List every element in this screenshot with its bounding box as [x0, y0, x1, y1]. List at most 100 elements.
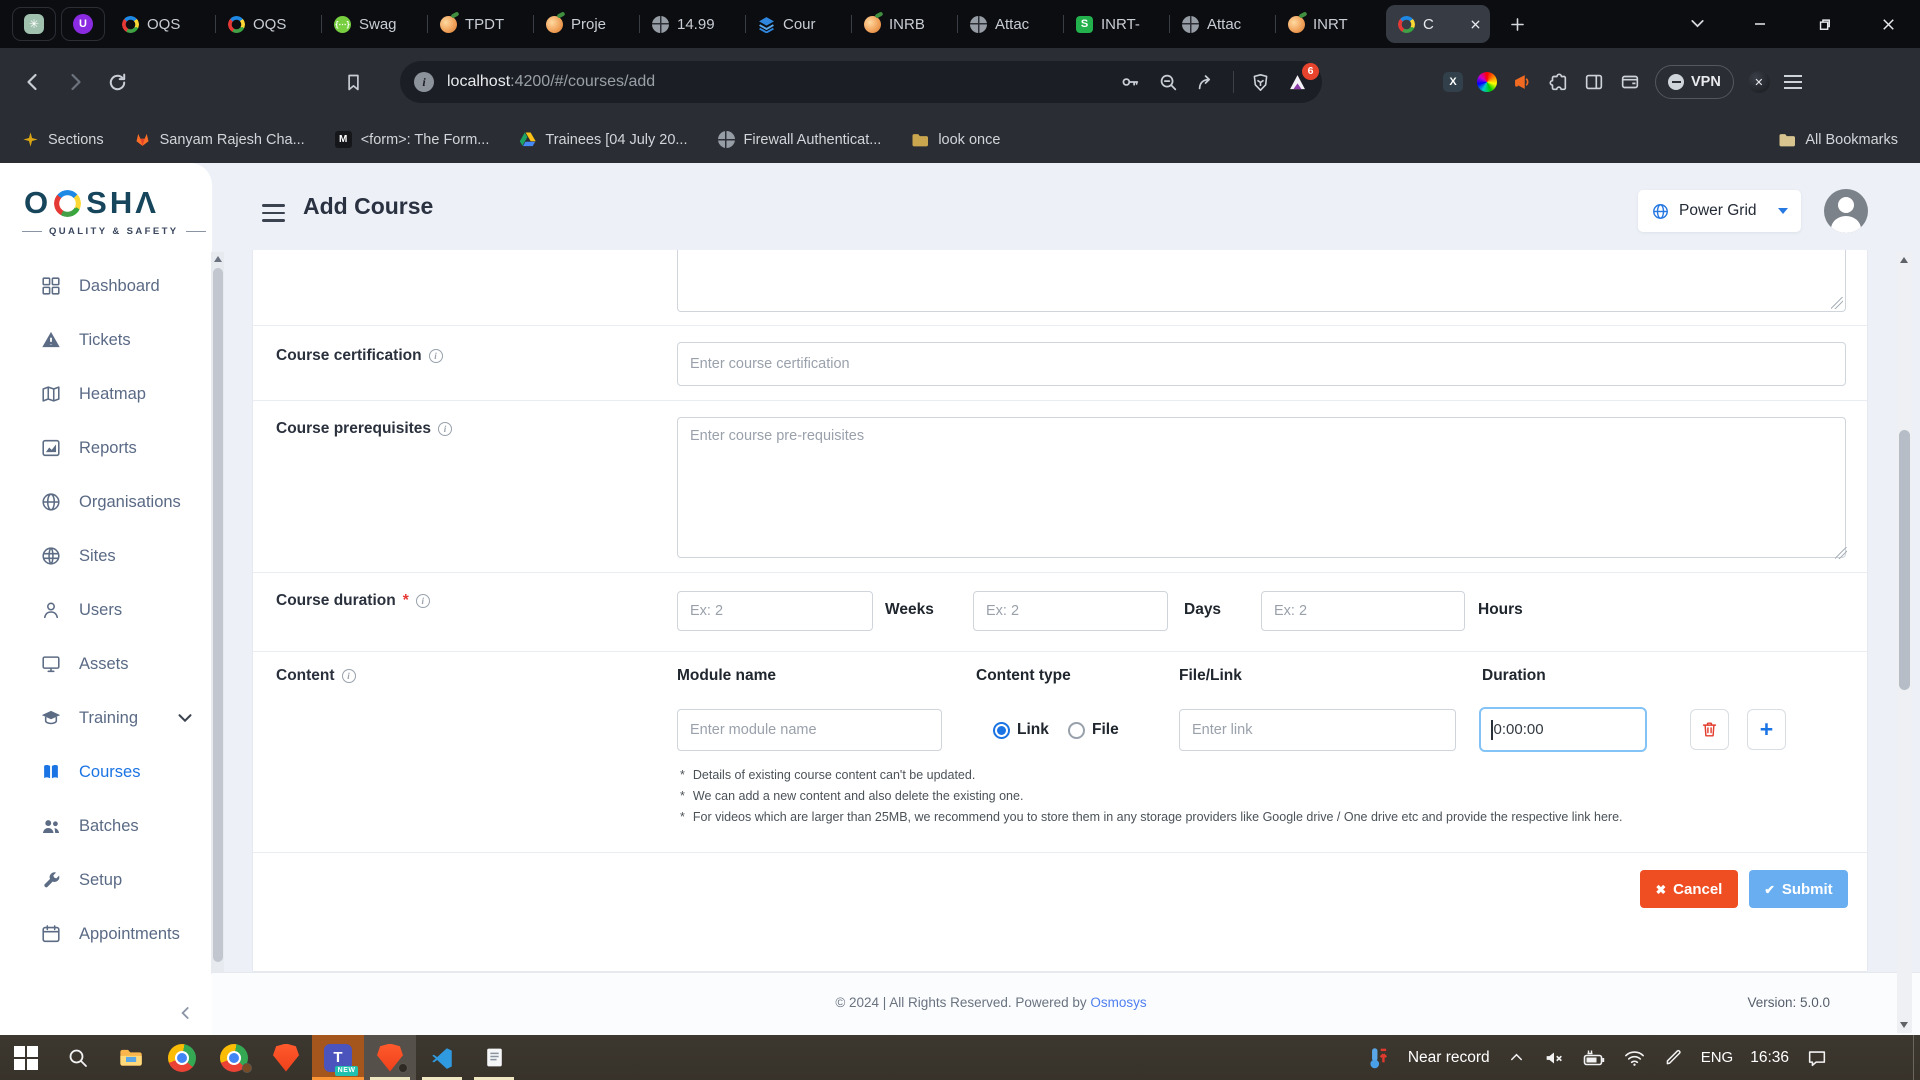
- sidebar-item-training[interactable]: Training: [0, 691, 212, 745]
- browser-tab[interactable]: Proje: [534, 0, 640, 48]
- scroll-down-arrow[interactable]: [1900, 1022, 1908, 1028]
- link-input[interactable]: [1179, 709, 1456, 751]
- sidebar-item-tickets[interactable]: Tickets: [0, 313, 212, 367]
- info-icon[interactable]: [342, 669, 356, 683]
- bookmark-item[interactable]: Sections: [22, 131, 104, 148]
- bookmark-item[interactable]: <form>: The Form...: [335, 131, 490, 148]
- bookmark-item[interactable]: look once: [911, 132, 1000, 148]
- sidebar-item-heatmap[interactable]: Heatmap: [0, 367, 212, 421]
- certification-input[interactable]: [677, 342, 1846, 386]
- avatar[interactable]: [1824, 189, 1868, 233]
- pinned-tab-chatgpt[interactable]: [12, 7, 56, 41]
- url-text[interactable]: localhost:4200/#/courses/add: [447, 73, 1119, 91]
- all-bookmarks-button[interactable]: All Bookmarks: [1778, 132, 1898, 148]
- taskbar-search-button[interactable]: [52, 1035, 104, 1080]
- volume-muted-icon[interactable]: [1543, 1047, 1565, 1069]
- sidebar-item-users[interactable]: Users: [0, 583, 212, 637]
- description-textarea-partial[interactable]: [677, 250, 1846, 312]
- sidebar-item-reports[interactable]: Reports: [0, 421, 212, 475]
- notepad-button-active[interactable]: [468, 1035, 520, 1080]
- browser-tab[interactable]: INRB: [852, 0, 958, 48]
- clock[interactable]: 16:36: [1750, 1049, 1789, 1067]
- bookmark-this-tab-icon[interactable]: [332, 61, 374, 103]
- scrollbar-thumb[interactable]: [213, 268, 223, 962]
- address-bar[interactable]: localhost:4200/#/courses/add 6: [400, 61, 1322, 103]
- module-name-input[interactable]: [677, 709, 942, 751]
- browser-tab[interactable]: Swag: [322, 0, 428, 48]
- osmosys-link[interactable]: Osmosys: [1090, 995, 1146, 1010]
- forward-button[interactable]: [54, 61, 96, 103]
- sidebar-item-batches[interactable]: Batches: [0, 799, 212, 853]
- wallet-icon[interactable]: [1619, 71, 1641, 93]
- duration-days-input[interactable]: [973, 591, 1168, 631]
- add-content-row-button[interactable]: +: [1747, 709, 1786, 750]
- zoom-out-icon[interactable]: [1157, 71, 1179, 93]
- browser-tab[interactable]: TPDT: [428, 0, 534, 48]
- weather-text[interactable]: Near record: [1408, 1049, 1490, 1067]
- radio-file[interactable]: File: [1068, 721, 1119, 739]
- cancel-button[interactable]: ✖Cancel: [1640, 870, 1738, 908]
- file-explorer-button[interactable]: [104, 1035, 156, 1080]
- extensions-puzzle-icon[interactable]: [1547, 71, 1569, 93]
- bookmark-item[interactable]: Sanyam Rajesh Cha...: [134, 131, 305, 148]
- browser-tab[interactable]: Attac: [958, 0, 1064, 48]
- scroll-up-arrow[interactable]: [1900, 257, 1908, 263]
- leo-ai-icon[interactable]: [1748, 71, 1770, 93]
- browser-tab[interactable]: OQS: [216, 0, 322, 48]
- scrollbar-thumb[interactable]: [1899, 430, 1910, 690]
- browser-tab[interactable]: INRT-: [1064, 0, 1170, 48]
- chrome-button[interactable]: [156, 1035, 208, 1080]
- sidebar-item-courses[interactable]: Courses: [0, 745, 212, 799]
- teams-button-active[interactable]: TNEW: [312, 1035, 364, 1080]
- info-icon[interactable]: [438, 422, 452, 436]
- brave-window-button-active[interactable]: [364, 1035, 416, 1080]
- radio-unselected-icon[interactable]: [1068, 722, 1085, 739]
- battery-icon[interactable]: [1582, 1046, 1606, 1070]
- browser-tab[interactable]: Attac: [1170, 0, 1276, 48]
- sidebar-item-setup[interactable]: Setup: [0, 853, 212, 907]
- browser-tab[interactable]: 14.99: [640, 0, 746, 48]
- show-desktop-strip[interactable]: [1913, 1035, 1920, 1080]
- share-icon[interactable]: [1195, 71, 1217, 93]
- new-tab-button[interactable]: [1508, 15, 1527, 34]
- duration-hours-input[interactable]: [1261, 591, 1465, 631]
- sidebar-collapse-icon[interactable]: [176, 1003, 196, 1023]
- brave-rewards-icon[interactable]: 6: [1287, 72, 1308, 93]
- sidebar-panel-icon[interactable]: [1583, 71, 1605, 93]
- minimize-button[interactable]: [1728, 0, 1792, 48]
- site-info-icon[interactable]: [414, 72, 434, 92]
- browser-menu-icon[interactable]: [1784, 75, 1802, 89]
- pinned-tab-u[interactable]: [61, 7, 105, 41]
- info-icon[interactable]: [429, 349, 443, 363]
- browser-tab[interactable]: INRT: [1276, 0, 1382, 48]
- brave-button[interactable]: [260, 1035, 312, 1080]
- browser-tab[interactable]: Cour: [746, 0, 852, 48]
- reload-button[interactable]: [96, 61, 138, 103]
- password-key-icon[interactable]: [1119, 71, 1141, 93]
- browser-tab[interactable]: OQS: [110, 0, 216, 48]
- duration-weeks-input[interactable]: [677, 591, 873, 631]
- close-window-button[interactable]: [1856, 0, 1920, 48]
- start-button[interactable]: [0, 1035, 52, 1080]
- wifi-icon[interactable]: [1623, 1046, 1646, 1069]
- weather-widget[interactable]: [1365, 1045, 1391, 1071]
- language-indicator[interactable]: ENG: [1701, 1049, 1734, 1066]
- scroll-up-arrow[interactable]: [214, 256, 222, 262]
- page-scrollbar[interactable]: [1897, 252, 1912, 1033]
- sidebar-item-sites[interactable]: Sites: [0, 529, 212, 583]
- browser-tab-active[interactable]: C: [1386, 5, 1490, 43]
- x-extension-icon[interactable]: [1443, 72, 1463, 92]
- bookmark-item[interactable]: Firewall Authenticat...: [718, 131, 882, 148]
- vpn-button[interactable]: VPN: [1655, 65, 1734, 99]
- radio-link[interactable]: Link: [993, 721, 1049, 739]
- back-button[interactable]: [12, 61, 54, 103]
- tab-search-chevron-icon[interactable]: [1687, 13, 1708, 34]
- resize-grip-icon[interactable]: [1831, 297, 1843, 309]
- brave-shields-icon[interactable]: [1250, 72, 1271, 93]
- bookmark-item[interactable]: Trainees [04 July 20...: [519, 131, 687, 148]
- sidebar-item-assets[interactable]: Assets: [0, 637, 212, 691]
- pen-icon[interactable]: [1663, 1047, 1684, 1068]
- info-icon[interactable]: [416, 594, 430, 608]
- inner-scrollbar[interactable]: [211, 252, 224, 974]
- notifications-icon[interactable]: [1806, 1047, 1828, 1069]
